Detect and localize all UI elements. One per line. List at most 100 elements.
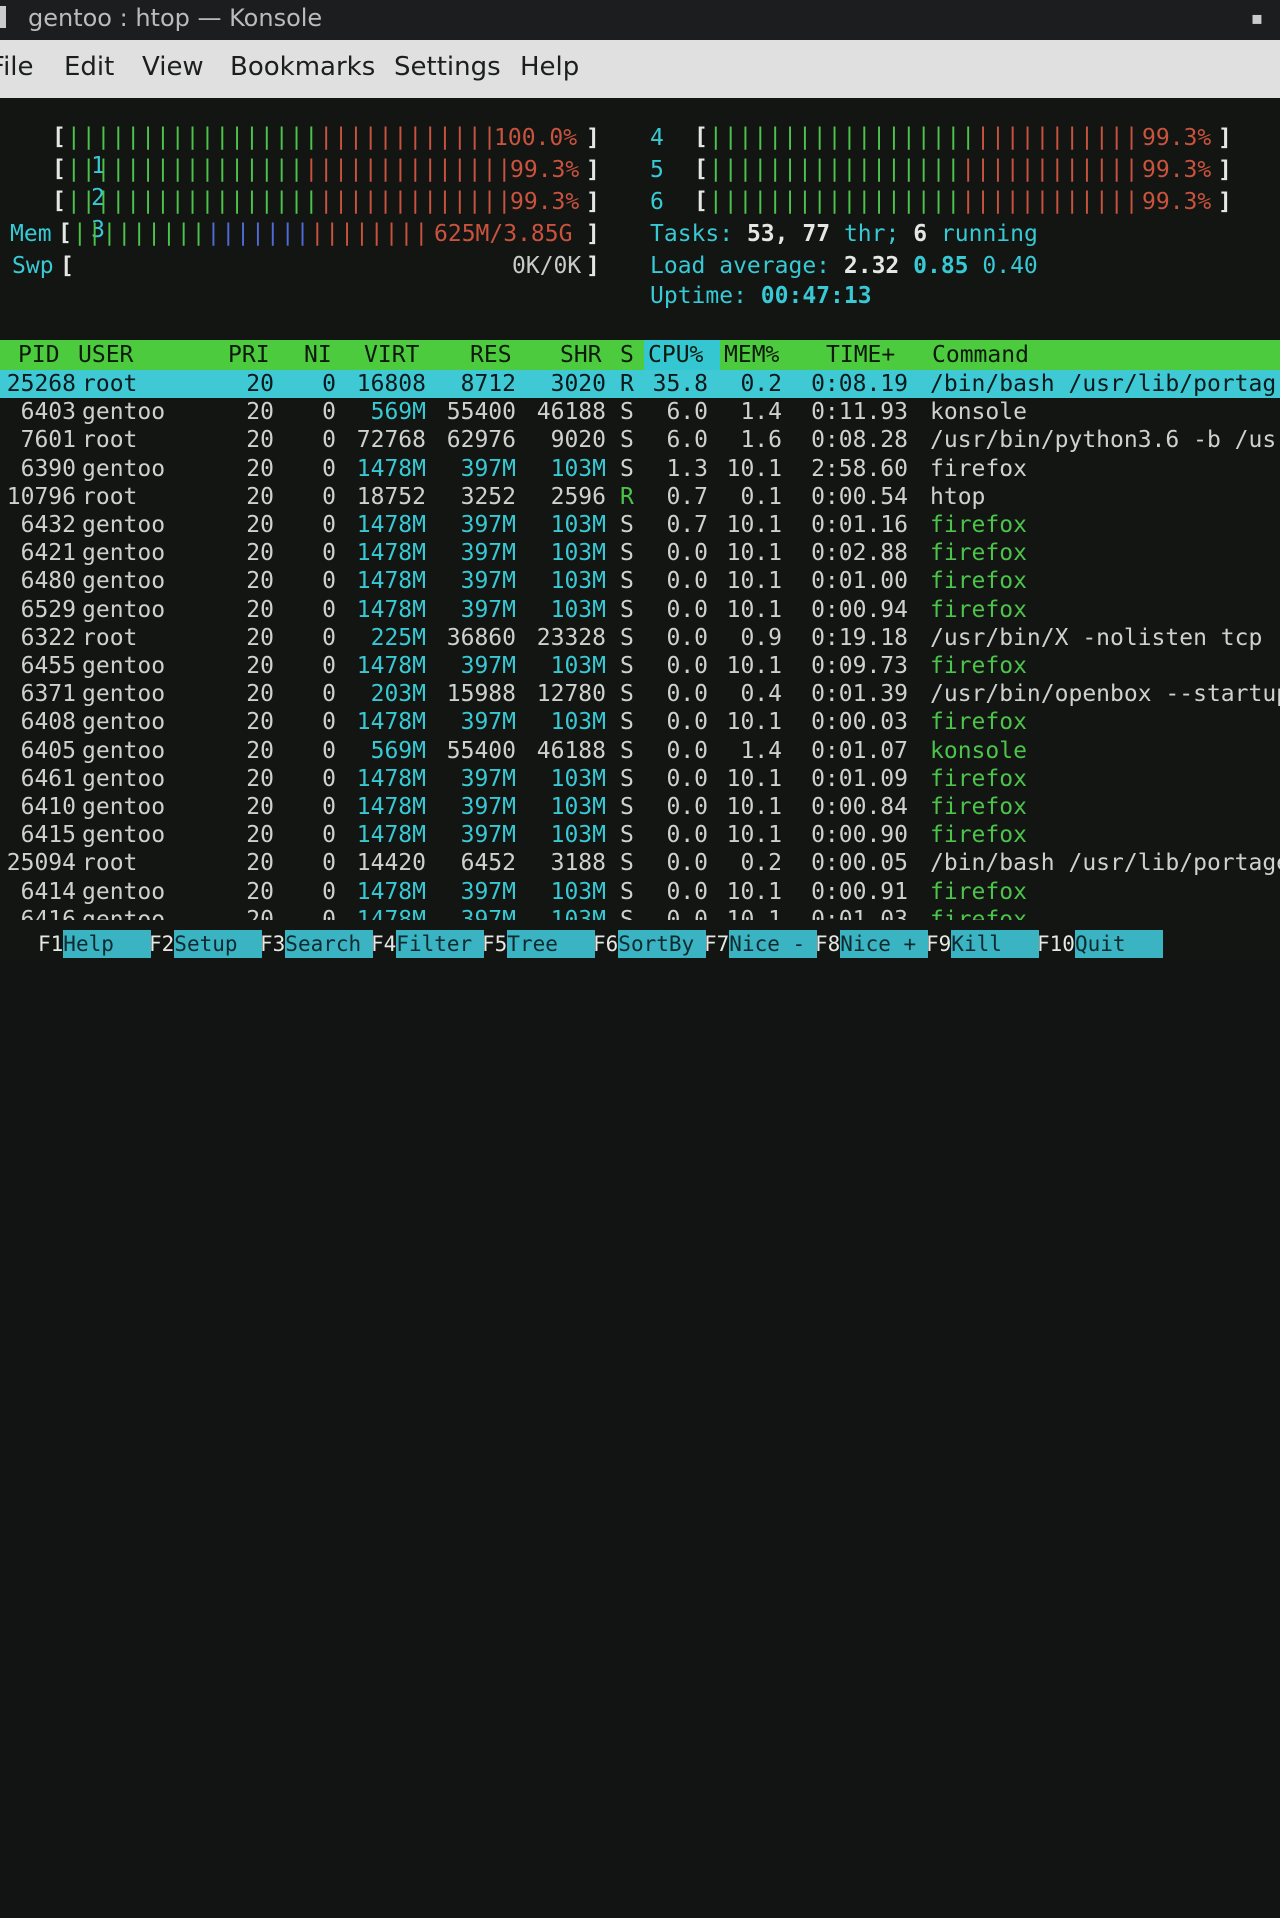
process-row[interactable]: 6455 gentoo 20 0 1478M 397M 103M S 0.0 10.1 0:09.7… — [0, 652, 1280, 680]
process-mem: 10.1 — [726, 709, 782, 736]
process-s: S — [620, 512, 634, 538]
process-table-header: PID USER PRI NI VIRT RES SHR S CPU% MEM%… — [0, 340, 1280, 370]
process-virt: 1478M — [356, 455, 426, 482]
process-row[interactable]: 25094 root 20 0 14420 6452 3188 S 0.0 0.2 0:00.05 /… — [0, 849, 1280, 877]
col-res[interactable]: RES — [470, 341, 512, 369]
process-cpu: 0.0 — [666, 540, 708, 567]
process-res: 55400 — [446, 399, 516, 426]
cpu-meter-percent: 99.3% — [1142, 189, 1212, 215]
cpu-meter-percent: 99.3% — [510, 189, 580, 215]
process-row[interactable]: 6432 gentoo 20 0 1478M 397M 103M S 0.7 10.1 0:01.1… — [0, 511, 1280, 539]
konsole-app-icon — [0, 6, 6, 28]
process-user: gentoo — [82, 399, 166, 426]
process-shr: 103M — [550, 455, 606, 482]
process-row[interactable]: 6421 gentoo 20 0 1478M 397M 103M S 0.0 10.1 0:02.8… — [0, 539, 1280, 567]
process-virt: 225M — [370, 624, 426, 651]
process-row[interactable]: 6408 gentoo 20 0 1478M 397M 103M S 0.0 10.1 0:00.0… — [0, 708, 1280, 736]
process-row[interactable]: 25268 root 20 0 16808 8712 3020 R 35.8 0.2 0:08.19… — [0, 370, 1280, 398]
fkey-sortby[interactable]: F6SortBy — [593, 930, 707, 958]
menu-edit[interactable]: Edit — [64, 52, 114, 82]
fkey-label: Setup — [174, 930, 263, 958]
process-row[interactable]: 6403 gentoo 20 0 569M 55400 46188 S 6.0 1.4 0:11.9… — [0, 398, 1280, 426]
col-state[interactable]: S — [620, 341, 634, 369]
process-res: 397M — [460, 512, 516, 538]
process-time: 0:01.16 — [811, 512, 908, 538]
process-s: R — [620, 371, 634, 397]
col-cpu[interactable]: CPU% — [648, 341, 703, 369]
col-mem[interactable]: MEM% — [724, 341, 779, 369]
process-row[interactable]: 6414 gentoo 20 0 1478M 397M 103M S 0.0 10.1 0:00.9… — [0, 878, 1280, 906]
process-row[interactable]: 6480 gentoo 20 0 1478M 397M 103M S 0.0 10.1 0:01.0… — [0, 567, 1280, 595]
process-res: 397M — [460, 568, 516, 595]
process-virt: 1478M — [356, 596, 426, 623]
process-cpu: 0.0 — [666, 822, 708, 849]
process-row[interactable]: 6322 root 20 0 225M 36860 23328 S 0.0 0.9 0:19.18 /… — [0, 624, 1280, 652]
fkey-nice[interactable]: F8Nice + — [815, 930, 929, 958]
process-row[interactable]: 6405 gentoo 20 0 569M 55400 46188 S 0.0 1.4 0:01.0… — [0, 737, 1280, 765]
process-virt: 18752 — [356, 483, 426, 510]
process-ni: 0 — [322, 540, 336, 567]
process-command: firefox — [930, 653, 1027, 679]
process-command: firefox — [930, 822, 1027, 849]
process-row[interactable]: 6415 gentoo 20 0 1478M 397M 103M S 0.0 10.1 0:00.9… — [0, 821, 1280, 849]
menu-file[interactable]: File — [0, 52, 34, 82]
process-row[interactable]: 6371 gentoo 20 0 203M 15988 12780 S 0.0 0.4 0:01.3… — [0, 680, 1280, 708]
process-user: gentoo — [82, 596, 166, 623]
menu-view[interactable]: View — [142, 52, 204, 82]
process-time: 0:00.03 — [811, 709, 908, 736]
process-virt: 569M — [370, 737, 426, 764]
process-shr: 46188 — [536, 737, 606, 764]
fkey-label: SortBy — [618, 930, 707, 958]
col-ni[interactable]: NI — [304, 341, 332, 369]
fkey-quit[interactable]: F10Quit — [1037, 930, 1163, 958]
process-res: 397M — [460, 878, 516, 905]
process-pid: 25094 — [6, 850, 76, 877]
process-command: /usr/bin/X -nolisten tcp - — [930, 624, 1280, 651]
col-time[interactable]: TIME+ — [826, 341, 895, 369]
process-user: root — [82, 850, 138, 877]
process-user: gentoo — [82, 455, 166, 482]
col-user[interactable]: USER — [78, 341, 133, 369]
fkey-key: F5 — [482, 932, 508, 956]
col-command[interactable]: Command — [932, 341, 1029, 369]
terminal-area[interactable]: 1 [|||||||||||||||||||||||||||||||||||||… — [0, 98, 1280, 960]
process-mem: 1.6 — [740, 427, 782, 454]
process-row[interactable]: 6390 gentoo 20 0 1478M 397M 103M S 1.3 10.1 2:58.6… — [0, 455, 1280, 483]
col-shr[interactable]: SHR — [560, 341, 602, 369]
process-user: gentoo — [82, 737, 166, 764]
process-pid: 10796 — [6, 483, 76, 510]
col-pri[interactable]: PRI — [228, 341, 270, 369]
fkey-help[interactable]: F1Help — [38, 930, 152, 958]
process-res: 62976 — [446, 427, 516, 454]
fkey-setup[interactable]: F2Setup — [149, 930, 263, 958]
fkey-key: F9 — [926, 932, 952, 956]
process-user: gentoo — [82, 878, 166, 905]
fkey-filter[interactable]: F4Filter — [371, 930, 485, 958]
process-shr: 103M — [550, 878, 606, 905]
fkey-nice[interactable]: F7Nice - — [704, 930, 818, 958]
process-cpu: 0.0 — [666, 624, 708, 651]
process-row[interactable]: 6529 gentoo 20 0 1478M 397M 103M S 0.0 10.1 0:00.9… — [0, 596, 1280, 624]
menu-bookmarks[interactable]: Bookmarks — [230, 52, 375, 82]
fkey-tree[interactable]: F5Tree — [482, 930, 596, 958]
window-close-icon[interactable]: ▪ — [1248, 10, 1266, 28]
process-res: 6452 — [460, 850, 516, 877]
col-pid[interactable]: PID — [18, 341, 60, 369]
menu-settings[interactable]: Settings — [394, 52, 501, 82]
process-row[interactable]: 10796 root 20 0 18752 3252 2596 R 0.7 0.1 0:00.54 h… — [0, 483, 1280, 511]
process-row[interactable]: 7601 root 20 0 72768 62976 9020 S 6.0 1.6 0:08.28 /… — [0, 426, 1280, 454]
process-shr: 3188 — [550, 850, 606, 877]
process-row[interactable]: 6410 gentoo 20 0 1478M 397M 103M S 0.0 10.1 0:00.8… — [0, 793, 1280, 821]
col-virt[interactable]: VIRT — [364, 341, 419, 369]
fkey-kill[interactable]: F9Kill — [926, 930, 1040, 958]
process-command: /bin/bash /usr/lib/portag — [930, 371, 1277, 397]
process-shr: 103M — [550, 765, 606, 792]
process-res: 3252 — [460, 483, 516, 510]
process-s: S — [620, 455, 634, 482]
process-command: firefox — [930, 596, 1027, 623]
process-row[interactable]: 6461 gentoo 20 0 1478M 397M 103M S 0.0 10.1 0:01.0… — [0, 765, 1280, 793]
fkey-search[interactable]: F3Search — [260, 930, 374, 958]
menu-help[interactable]: Help — [520, 52, 579, 82]
process-virt: 1478M — [356, 512, 426, 538]
process-shr: 103M — [550, 794, 606, 820]
